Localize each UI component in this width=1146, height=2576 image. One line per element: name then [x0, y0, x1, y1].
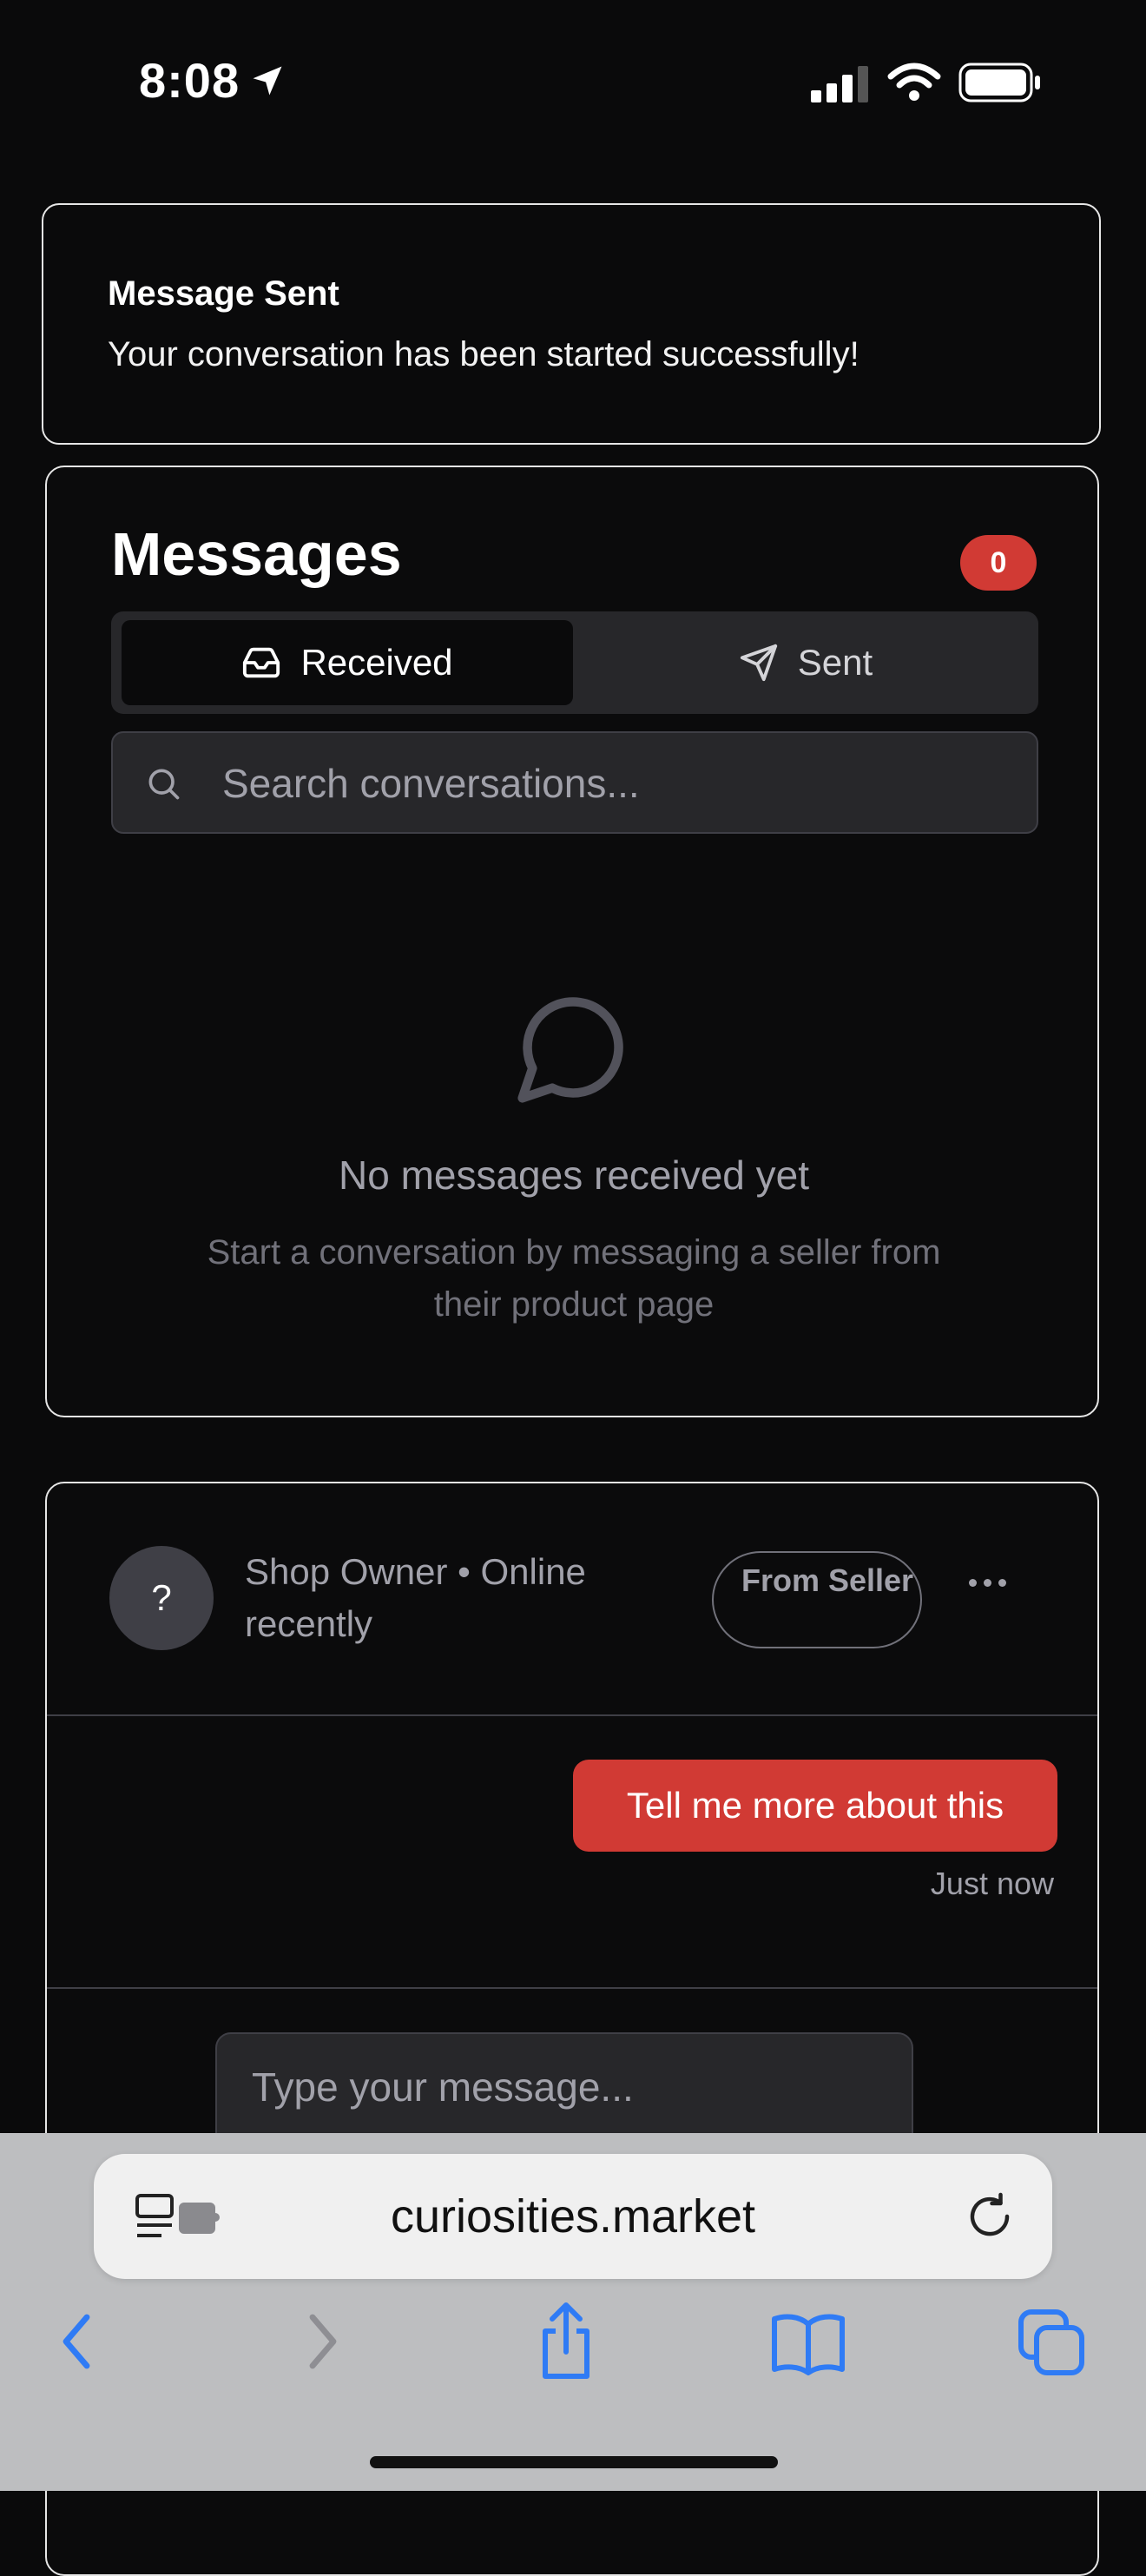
more-dot-icon: [969, 1579, 977, 1587]
toast-notification: Message Sent Your conversation has been …: [42, 203, 1101, 445]
unread-count-badge: 0: [960, 535, 1037, 591]
search-input[interactable]: [221, 733, 1005, 834]
forward-icon[interactable]: [299, 2307, 347, 2376]
home-indicator: [370, 2456, 778, 2468]
more-dot-icon: [984, 1579, 991, 1587]
search-icon: [148, 769, 180, 800]
battery-icon: [958, 63, 1040, 102]
tab-received[interactable]: Received: [122, 620, 573, 705]
message-text: Tell me more about this: [626, 1785, 1004, 1826]
reload-icon[interactable]: [964, 2190, 1016, 2242]
empty-state-title: No messages received yet: [338, 1153, 810, 1198]
toast-description: Your conversation has been started succe…: [108, 335, 860, 373]
status-time: 8:08: [139, 52, 286, 109]
messages-panel: Messages 0 Received Sent No messages rec…: [45, 466, 1099, 1417]
location-arrow-icon: [253, 66, 282, 95]
tab-sent[interactable]: Sent: [580, 620, 1031, 705]
avatar-initial: ?: [151, 1577, 172, 1618]
divider: [47, 1714, 1097, 1716]
bookmarks-icon[interactable]: [769, 2310, 847, 2376]
tab-received-label: Received: [300, 642, 453, 683]
page-title: Messages: [111, 520, 402, 588]
cellular-signal-icon: [811, 66, 868, 102]
message-input[interactable]: [250, 2051, 896, 2123]
toast-title: Message Sent: [108, 274, 339, 313]
contact-status: Shop Owner • Online recently: [245, 1551, 586, 1644]
tab-sent-label: Sent: [797, 642, 873, 683]
address-bar[interactable]: curiosities.market: [94, 2154, 1052, 2279]
search-box: [111, 731, 1038, 834]
more-options-button[interactable]: [969, 1579, 1006, 1587]
divider: [47, 1987, 1097, 1989]
url-text: curiosities.market: [390, 2190, 756, 2242]
message-circle-icon: [517, 997, 623, 1103]
tabs-icon[interactable]: [1016, 2307, 1087, 2378]
message-timestamp: Just now: [930, 1866, 1054, 1901]
status-time-text: 8:08: [139, 53, 240, 108]
inbox-icon: [243, 647, 280, 678]
wifi-icon: [887, 63, 941, 101]
from-seller-badge: From Seller: [712, 1551, 922, 1648]
send-icon: [740, 644, 777, 682]
share-icon[interactable]: [533, 2300, 599, 2383]
browser-toolbar: curiosities.market: [0, 2133, 1146, 2491]
more-dot-icon: [998, 1579, 1006, 1587]
message-tabs: Received Sent: [111, 611, 1038, 714]
empty-state-description: Start a conversation by messaging a sell…: [207, 1233, 941, 1324]
sent-message-bubble[interactable]: Tell me more about this: [573, 1760, 1057, 1852]
back-icon[interactable]: [52, 2307, 101, 2376]
avatar[interactable]: ?: [109, 1546, 214, 1650]
